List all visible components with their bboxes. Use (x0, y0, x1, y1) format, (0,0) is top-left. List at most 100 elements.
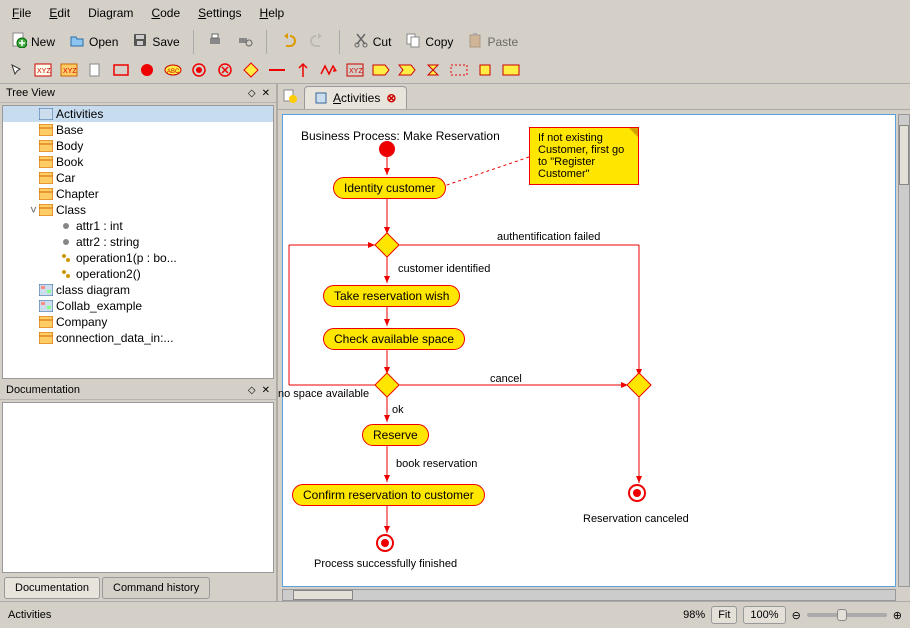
minimize-icon[interactable]: ◇ (248, 385, 256, 396)
label-no-space: no space available (278, 388, 369, 400)
tree-item[interactable]: Company (3, 314, 273, 330)
open-button[interactable]: Open (64, 28, 123, 55)
zoom-fit-button[interactable]: Fit (711, 606, 737, 624)
menu-edit[interactable]: Edit (41, 2, 78, 24)
menu-diagram[interactable]: Diagram (80, 2, 141, 24)
tree-item[interactable]: attr2 : string (3, 234, 273, 250)
paste-label: Paste (487, 35, 518, 49)
activity-confirm[interactable]: Confirm reservation to customer (292, 484, 485, 506)
tab-activities[interactable]: Activities ⊗ (304, 86, 407, 109)
dashed-rect-tool[interactable] (448, 59, 470, 81)
activity-take-reservation[interactable]: Take reservation wish (323, 285, 460, 307)
menu-code[interactable]: Code (143, 2, 188, 24)
minimize-icon[interactable]: ◇ (248, 88, 256, 99)
end-node-success[interactable] (376, 534, 394, 552)
line-tool[interactable] (266, 59, 288, 81)
documentation-textarea[interactable] (2, 402, 274, 573)
copy-button[interactable]: Copy (400, 28, 458, 55)
zoom-in-icon[interactable]: ⊕ (893, 609, 902, 622)
pointer-tool[interactable] (6, 59, 28, 81)
xyz-box-tool[interactable]: XYZ (32, 59, 54, 81)
left-sidebar: Tree View ◇✕ ActivitiesBaseBodyBookCarCh… (0, 84, 278, 601)
redo-button[interactable] (305, 28, 331, 55)
print-icon (207, 32, 223, 51)
menu-file[interactable]: File (4, 2, 39, 24)
activity-check-space[interactable]: Check available space (323, 328, 465, 350)
menu-settings[interactable]: Settings (190, 2, 249, 24)
cut-button[interactable]: Cut (348, 28, 397, 55)
page-tool[interactable] (84, 59, 106, 81)
tree-view[interactable]: ActivitiesBaseBodyBookCarChapter˅Classat… (2, 105, 274, 379)
zoom-out-icon[interactable]: ⊖ (792, 609, 801, 622)
rect-tool[interactable] (110, 59, 132, 81)
cut-label: Cut (373, 35, 392, 49)
tree-item[interactable]: Chapter (3, 186, 273, 202)
label-customer-identified: customer identified (398, 263, 490, 275)
tree-item[interactable]: Car (3, 170, 273, 186)
note-register-customer[interactable]: If not existing Customer, first go to "R… (529, 127, 639, 185)
zoom-controls: 98% Fit 100% ⊖ ⊕ (683, 606, 902, 624)
tree-item[interactable]: Base (3, 122, 273, 138)
wide-rect-tool[interactable] (500, 59, 522, 81)
undo-button[interactable] (275, 28, 301, 55)
end-node-tool[interactable] (188, 59, 210, 81)
tab-documentation[interactable]: Documentation (4, 577, 100, 599)
save-button[interactable]: Save (127, 28, 184, 55)
xyz-tag-tool[interactable]: XYZ (58, 59, 80, 81)
label-auth-failed: authentification failed (497, 231, 600, 243)
tree-item[interactable]: Collab_example (3, 298, 273, 314)
vertical-scrollbar[interactable] (898, 114, 910, 587)
separator (266, 30, 267, 54)
decision-auth[interactable] (374, 232, 399, 257)
decision-tool[interactable] (240, 59, 262, 81)
tag-tool[interactable] (370, 59, 392, 81)
new-button[interactable]: New (6, 28, 60, 55)
hourglass-tool[interactable] (422, 59, 444, 81)
menu-help[interactable]: Help (252, 2, 293, 24)
print-preview-button[interactable] (232, 28, 258, 55)
merge-cancel[interactable] (626, 372, 651, 397)
canvas-wrap: Business Process: Make Reservation Ident… (278, 110, 910, 601)
new-icon (11, 32, 27, 51)
tab-command-history[interactable]: Command history (102, 577, 210, 599)
svg-text:XYZ: XYZ (37, 68, 51, 75)
tree-item[interactable]: Activities (3, 106, 273, 122)
decision-space[interactable] (374, 372, 399, 397)
copy-label: Copy (425, 35, 453, 49)
diagram-tabbar: Activities ⊗ (278, 84, 910, 110)
toolbar-main: New Open Save Cut Copy Paste (0, 26, 910, 57)
close-tab-icon[interactable]: ⊗ (386, 91, 396, 105)
tree-item[interactable]: ˅Class (3, 202, 273, 218)
cancel-node-tool[interactable] (214, 59, 236, 81)
zigzag-tool[interactable] (318, 59, 340, 81)
zoom-100-button[interactable]: 100% (743, 606, 785, 624)
print-button[interactable] (202, 28, 228, 55)
tree-item[interactable]: Book (3, 154, 273, 170)
paste-button[interactable]: Paste (462, 28, 523, 55)
close-icon[interactable]: ✕ (262, 88, 270, 99)
zoom-slider[interactable] (807, 613, 887, 617)
diagram-canvas[interactable]: Business Process: Make Reservation Ident… (282, 114, 896, 587)
flag-tool[interactable] (396, 59, 418, 81)
start-node[interactable] (379, 141, 395, 157)
oval-tool[interactable]: ABC (162, 59, 184, 81)
tree-item[interactable]: class diagram (3, 282, 273, 298)
new-diagram-icon[interactable] (278, 86, 302, 109)
separator (193, 30, 194, 54)
tree-item[interactable]: operation2() (3, 266, 273, 282)
tree-item[interactable]: Body (3, 138, 273, 154)
activity-reserve[interactable]: Reserve (362, 424, 429, 446)
arrow-up-tool[interactable] (292, 59, 314, 81)
xyz-outline-tool[interactable]: XYZ (344, 59, 366, 81)
label-success: Process successfully finished (314, 558, 457, 570)
close-icon[interactable]: ✕ (262, 385, 270, 396)
bottom-tabs: Documentation Command history (0, 575, 276, 601)
tree-item[interactable]: attr1 : int (3, 218, 273, 234)
activity-identity-customer[interactable]: Identity customer (333, 177, 446, 199)
small-rect-tool[interactable] (474, 59, 496, 81)
tree-item[interactable]: connection_data_in:... (3, 330, 273, 346)
end-node-canceled[interactable] (628, 484, 646, 502)
horizontal-scrollbar[interactable] (282, 589, 896, 601)
start-node-tool[interactable] (136, 59, 158, 81)
tree-item[interactable]: operation1(p : bo... (3, 250, 273, 266)
